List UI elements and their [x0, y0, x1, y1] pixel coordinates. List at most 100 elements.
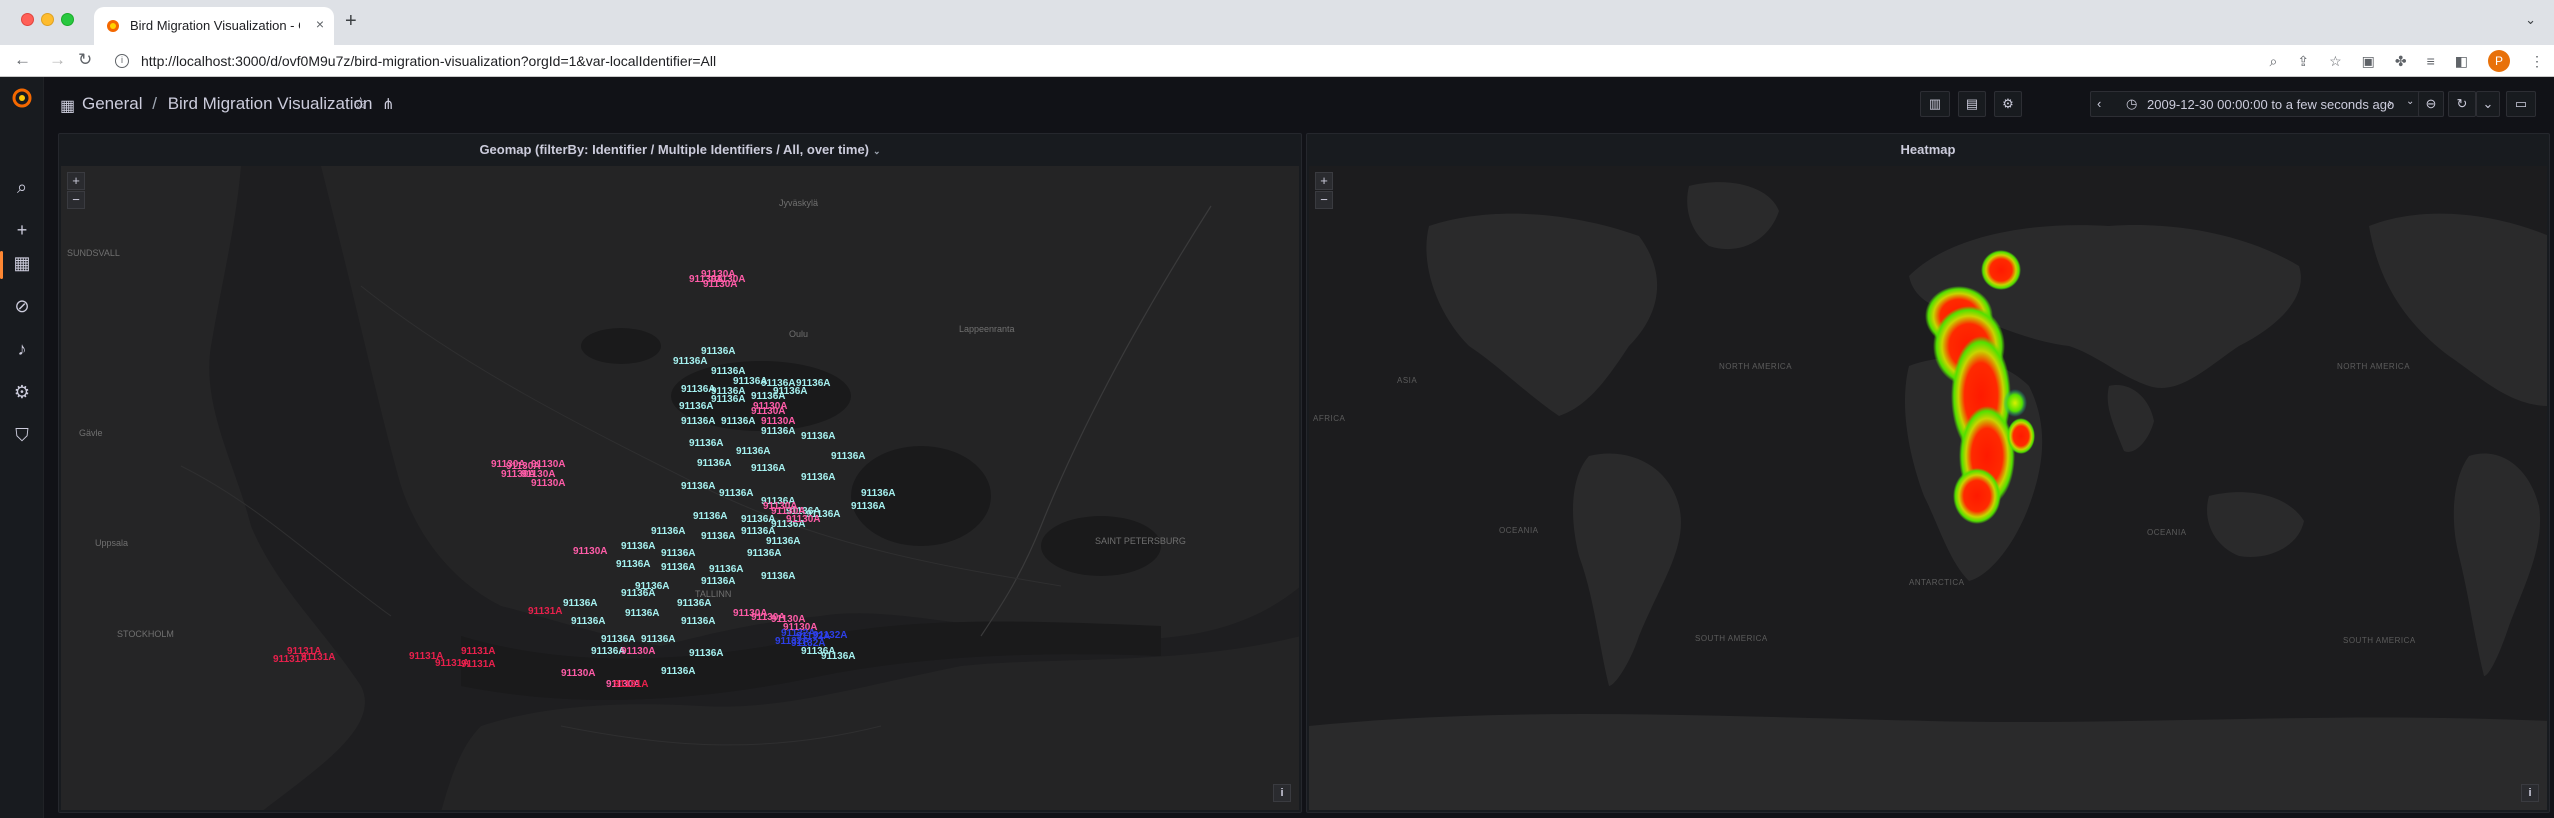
bird-marker-label[interactable]: 91136A: [736, 446, 770, 457]
bird-marker-label[interactable]: 91136A: [673, 356, 707, 367]
browser-menu-icon[interactable]: ⋮: [2530, 53, 2544, 70]
bird-marker-label[interactable]: 91136A: [681, 481, 715, 492]
bookmark-star-icon[interactable]: ☆: [2329, 53, 2342, 70]
bird-marker-label[interactable]: 91136A: [709, 564, 743, 575]
bird-marker-label[interactable]: 91131A: [301, 652, 335, 663]
share-page-icon[interactable]: ⇪: [2297, 53, 2309, 70]
server-admin-shield-icon[interactable]: ⛉: [12, 425, 32, 445]
refresh-interval-chevron-icon[interactable]: ⌄: [2476, 91, 2500, 117]
minimize-window-button[interactable]: [41, 13, 54, 26]
bird-marker-label[interactable]: 91131A: [461, 646, 495, 657]
bird-marker-label[interactable]: 91136A: [677, 598, 711, 609]
bird-marker-label[interactable]: 91136A: [697, 458, 731, 469]
bird-marker-label[interactable]: 91136A: [641, 634, 675, 645]
panel-title[interactable]: Heatmap: [1307, 134, 2549, 166]
new-tab-button[interactable]: +: [345, 10, 357, 33]
dashboard-settings-gear-icon[interactable]: ⚙: [1994, 91, 2022, 117]
zoom-out-button[interactable]: −: [1315, 191, 1333, 209]
bird-marker-label[interactable]: 91136A: [651, 526, 685, 537]
url-field[interactable]: i http://localhost:3000/d/ovf0M9u7z/bird…: [107, 48, 2297, 74]
bird-marker-label[interactable]: 91136A: [766, 536, 800, 547]
breadcrumb-folder[interactable]: General: [82, 94, 142, 113]
bird-marker-label[interactable]: 91130A: [621, 646, 655, 657]
bird-marker-label[interactable]: 91136A: [693, 511, 727, 522]
bird-marker-label[interactable]: 91136A: [661, 666, 695, 677]
bird-marker-label[interactable]: 91136A: [621, 588, 655, 599]
search-icon[interactable]: ⌕: [12, 177, 32, 197]
bird-marker-label[interactable]: 91136A: [681, 416, 715, 427]
bird-marker-label[interactable]: 91130A: [761, 416, 795, 427]
bird-marker-label[interactable]: 91136A: [751, 463, 785, 474]
bird-marker-label[interactable]: 91136A: [761, 426, 795, 437]
bird-marker-label[interactable]: 91131A: [528, 606, 562, 617]
reading-list-icon[interactable]: ≡: [2427, 53, 2435, 69]
bird-marker-label[interactable]: 91136A: [689, 648, 723, 659]
bird-marker-label[interactable]: 91136A: [616, 559, 650, 570]
bird-marker-label[interactable]: 91130A: [753, 401, 787, 412]
bird-marker-label[interactable]: 91136A: [801, 472, 835, 483]
extension-icon[interactable]: ▣: [2362, 53, 2375, 70]
zoom-icon[interactable]: ⌕: [2269, 53, 2277, 70]
bird-marker-label[interactable]: 91136A: [801, 431, 835, 442]
zoom-out-time-icon[interactable]: ⊖: [2418, 91, 2444, 117]
create-plus-icon[interactable]: +: [12, 220, 32, 240]
bird-marker-label[interactable]: 91130A: [786, 514, 820, 525]
browser-tab[interactable]: Bird Migration Visualization - G ×: [94, 7, 334, 45]
bird-marker-label[interactable]: 91136A: [831, 451, 865, 462]
dashboards-icon[interactable]: ▦: [12, 253, 32, 273]
bird-marker-label[interactable]: 91136A: [711, 386, 745, 397]
bird-marker-label[interactable]: 91136A: [851, 501, 885, 512]
bird-marker-label[interactable]: 91136A: [701, 576, 735, 587]
bird-marker-label[interactable]: 91130A: [703, 279, 737, 290]
bird-marker-label[interactable]: 91136A: [601, 634, 635, 645]
geomap-map[interactable]: + − SUNDSVALL STOCKHOLM Uppsala Gävle SA…: [61, 166, 1299, 810]
bird-marker-label[interactable]: 91136A: [796, 378, 830, 389]
bird-marker-label[interactable]: 91136A: [625, 608, 659, 619]
bird-marker-label[interactable]: 91136A: [681, 616, 715, 627]
zoom-in-button[interactable]: +: [1315, 172, 1333, 190]
bird-marker-label[interactable]: 91136A: [571, 616, 605, 627]
maximize-window-button[interactable]: [61, 13, 74, 26]
bird-marker-label[interactable]: 91136A: [689, 438, 723, 449]
cycle-view-mode-icon[interactable]: ▭: [2506, 91, 2536, 117]
bird-marker-label[interactable]: 91136A: [721, 416, 755, 427]
site-info-icon[interactable]: i: [115, 54, 129, 68]
favorite-star-icon[interactable]: ☆: [353, 94, 368, 114]
bird-marker-label[interactable]: 91136A: [761, 571, 795, 582]
bird-marker-label[interactable]: 91136A: [563, 598, 597, 609]
bird-marker-label[interactable]: 91131A: [614, 679, 648, 690]
back-icon[interactable]: ←: [14, 50, 31, 70]
bird-marker-label[interactable]: 91136A: [661, 548, 695, 559]
bird-marker-label[interactable]: 91130A: [561, 668, 595, 679]
bird-marker-label[interactable]: 91130A: [573, 546, 607, 557]
heatmap-map[interactable]: + − NORTH AMERICA SOUTH AMERICA AFRICA A…: [1309, 166, 2547, 810]
bird-marker-label[interactable]: 91136A: [719, 488, 753, 499]
reload-icon[interactable]: ↻: [78, 50, 92, 70]
map-attribution-button[interactable]: i: [2521, 784, 2539, 802]
tab-search-chevron-icon[interactable]: ⌄: [2525, 12, 2536, 28]
bird-marker-label[interactable]: 91132A: [791, 638, 825, 649]
panel-menu-chevron-icon[interactable]: ⌄: [873, 146, 881, 156]
bird-marker-label[interactable]: 91136A: [679, 401, 713, 412]
forward-icon[interactable]: →: [49, 50, 66, 70]
bird-marker-label[interactable]: 91136A: [861, 488, 895, 499]
time-back-chevron-icon[interactable]: ‹: [2097, 96, 2101, 111]
alerting-bell-icon[interactable]: ♪: [12, 339, 32, 359]
dashboard-title[interactable]: Bird Migration Visualization: [168, 94, 373, 113]
bird-marker-label[interactable]: 91136A: [747, 548, 781, 559]
close-window-button[interactable]: [21, 13, 34, 26]
zoom-in-button[interactable]: +: [67, 172, 85, 190]
configuration-gear-icon[interactable]: ⚙: [12, 382, 32, 402]
bird-marker-label[interactable]: 91136A: [661, 562, 695, 573]
add-panel-button[interactable]: ▥: [1920, 91, 1950, 117]
zoom-out-button[interactable]: −: [67, 191, 85, 209]
explore-compass-icon[interactable]: ⊘: [12, 296, 32, 316]
tab-close-icon[interactable]: ×: [316, 16, 324, 32]
time-forward-chevron-icon[interactable]: ›: [2380, 91, 2400, 117]
puzzle-icon[interactable]: ✤: [2395, 53, 2407, 70]
map-attribution-button[interactable]: i: [1273, 784, 1291, 802]
bird-marker-label[interactable]: 91130A: [531, 478, 565, 489]
panel-title[interactable]: Geomap (filterBy: Identifier / Multiple …: [59, 134, 1301, 166]
bird-marker-label[interactable]: 91136A: [621, 541, 655, 552]
save-dashboard-icon[interactable]: ▤: [1958, 91, 1986, 117]
